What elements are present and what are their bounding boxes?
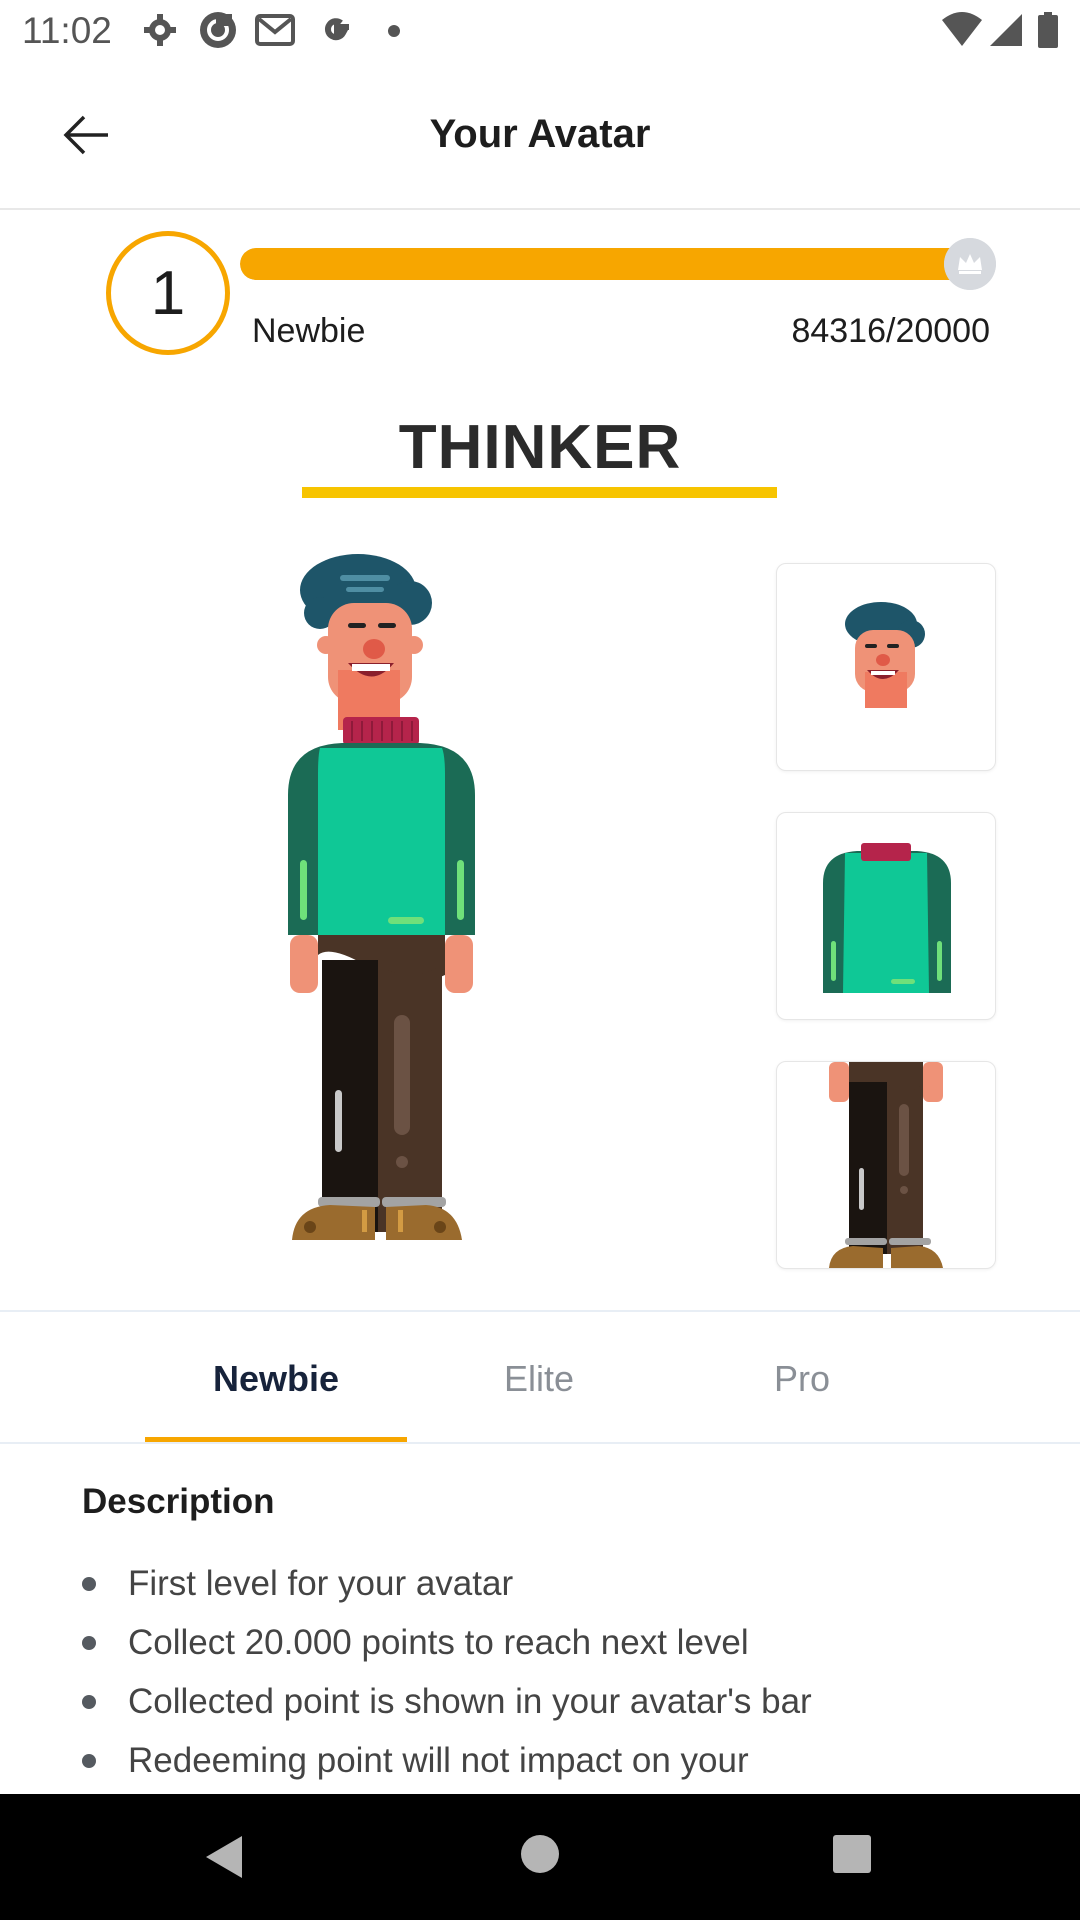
status-time: 11:02 [22, 10, 112, 51]
page-title: Your Avatar [429, 112, 651, 156]
description-title: Description [82, 1482, 275, 1521]
avatar-name-underline [302, 487, 777, 498]
list-item-text: Collect 20.000 points to reach next leve… [128, 1623, 749, 1662]
bullet-icon [82, 1695, 96, 1709]
tab-pro[interactable]: Pro [671, 1312, 933, 1440]
list-item: First level for your avatar [82, 1560, 1002, 1619]
bullet-icon [82, 1754, 96, 1768]
tab-elite[interactable]: Elite [408, 1312, 670, 1440]
google-icon [324, 18, 349, 41]
level-name: Newbie [252, 312, 366, 350]
avatar-illustration [288, 554, 475, 1240]
navigation-bar [0, 1794, 1080, 1920]
avatar-part-torso-card[interactable] [776, 812, 996, 1020]
home-circle-icon[interactable] [518, 1832, 562, 1876]
points-counter: 84316/20000 [791, 312, 990, 350]
back-triangle-icon[interactable] [200, 1832, 250, 1882]
sync-icon [200, 12, 236, 48]
avatar-name: THINKER [398, 413, 682, 482]
description-list: First level for your avatar Collect 20.0… [82, 1560, 1002, 1796]
level-number: 1 [150, 259, 186, 328]
list-item-text: First level for your avatar [128, 1564, 514, 1603]
list-item: Redeeming point will not impact on your [82, 1737, 1002, 1796]
level-tabs: Newbie Elite Pro [0, 1310, 1080, 1444]
tab-label: Pro [773, 1358, 831, 1399]
dot-icon [388, 25, 400, 37]
list-item-text: Collected point is shown in your avatar'… [128, 1682, 812, 1721]
wifi-icon [942, 12, 982, 46]
gmail-icon [255, 14, 295, 46]
settings-icon [144, 14, 176, 46]
list-item: Collected point is shown in your avatar'… [82, 1678, 1002, 1737]
tab-newbie[interactable]: Newbie [145, 1312, 407, 1442]
torso-part-thumbnail [823, 843, 951, 993]
tab-label: Elite [503, 1358, 575, 1399]
tab-active-indicator [145, 1437, 407, 1442]
bullet-icon [82, 1577, 96, 1591]
tab-label: Newbie [212, 1358, 340, 1399]
level-progress-bar [240, 248, 968, 280]
list-item-text: Redeeming point will not impact on your [128, 1741, 749, 1780]
battery-icon [1038, 12, 1058, 48]
avatar-part-head-card[interactable] [776, 563, 996, 771]
crown-icon [944, 238, 996, 290]
app-bar: Your Avatar [0, 62, 1080, 210]
level-progress-fill [240, 248, 968, 280]
head-part-thumbnail [845, 602, 925, 708]
legs-part-thumbnail [829, 1062, 943, 1268]
level-badge: 1 [106, 231, 230, 355]
recents-square-icon[interactable] [830, 1832, 874, 1876]
list-item: Collect 20.000 points to reach next leve… [82, 1619, 1002, 1678]
bullet-icon [82, 1636, 96, 1650]
signal-icon [990, 14, 1022, 46]
avatar-part-legs-card[interactable] [776, 1061, 996, 1269]
status-bar: 11:02 [0, 0, 1080, 62]
